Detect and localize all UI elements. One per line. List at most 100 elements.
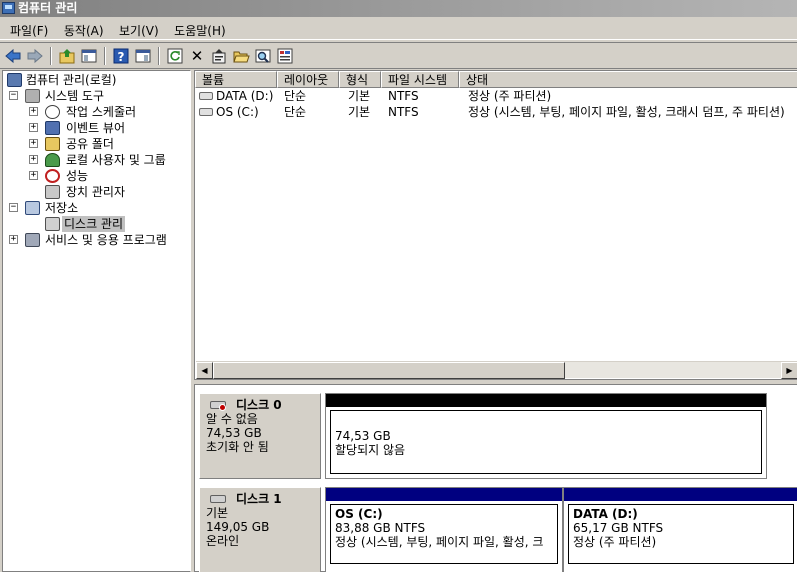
action-pane-icon <box>135 49 151 63</box>
collapse-toggle[interactable]: − <box>9 203 18 212</box>
export-list-button[interactable] <box>276 47 294 65</box>
expand-toggle[interactable]: + <box>29 107 38 116</box>
show-hide-console-tree-button[interactable] <box>80 47 98 65</box>
services-icon <box>25 233 40 247</box>
tree-label: 로컬 사용자 및 그룹 <box>66 153 166 167</box>
disk-0-label[interactable]: 디스크 0 알 수 없음 74,53 GB 초기화 안 됨 <box>199 393 321 479</box>
cell-layout: 단순 <box>284 105 307 119</box>
help-icon: ? <box>113 48 129 64</box>
clock-icon <box>45 105 60 119</box>
toolbar-separator <box>104 47 106 65</box>
scroll-thumb[interactable] <box>213 362 565 379</box>
properties-icon <box>212 49 226 64</box>
column-header-volume[interactable]: 볼륨 <box>195 71 277 88</box>
help-button[interactable]: ? <box>112 47 130 65</box>
tree-item-task-scheduler[interactable]: + 작업 스케줄러 <box>29 104 189 120</box>
tree-label: 저장소 <box>45 201 79 215</box>
tree-item-performance[interactable]: + 성능 <box>29 168 189 184</box>
cell-status: 정상 (주 파티션) <box>468 89 552 103</box>
disk-1-type: 기본 <box>206 506 229 520</box>
up-level-button[interactable] <box>58 47 76 65</box>
performance-icon <box>45 169 60 183</box>
disk-0-name: 디스크 0 <box>206 398 320 412</box>
disk-graphical-view: 디스크 0 알 수 없음 74,53 GB 초기화 안 됨 74,53 GB 할… <box>194 384 797 572</box>
scroll-left-button[interactable]: ◀ <box>196 362 213 379</box>
disk-0-status: 초기화 안 됨 <box>206 440 269 454</box>
toolbar-separator <box>50 47 52 65</box>
computer-management-icon <box>2 2 15 14</box>
shared-folder-icon <box>45 137 60 151</box>
menu-file[interactable]: 파일(F) <box>0 19 54 39</box>
console-tree-icon <box>81 49 97 63</box>
tree-label: 컴퓨터 관리(로컬) <box>26 73 117 87</box>
column-header-status[interactable]: 상태 <box>459 71 797 88</box>
cell-volume: DATA (D:) <box>216 89 274 103</box>
back-button[interactable] <box>4 47 22 65</box>
svg-text:?: ? <box>118 50 125 64</box>
menu-help[interactable]: 도움말(H) <box>168 19 232 39</box>
expand-toggle[interactable]: + <box>29 155 38 164</box>
menu-view[interactable]: 보기(V) <box>113 19 165 39</box>
refresh-button[interactable] <box>166 47 184 65</box>
tree-label: 서비스 및 응용 프로그램 <box>45 233 167 247</box>
collapse-toggle[interactable]: − <box>9 91 18 100</box>
tree-item-device-manager[interactable]: 장치 관리자 <box>45 184 189 200</box>
properties-button[interactable] <box>210 47 228 65</box>
cell-volume: OS (C:) <box>216 105 259 119</box>
tree-label: 디스크 관리 <box>62 216 126 232</box>
partition-status: 정상 (주 파티션) <box>573 535 657 549</box>
forward-button[interactable] <box>26 47 44 65</box>
partition-os-c[interactable]: OS (C:) 83,88 GB NTFS 정상 (시스템, 부팅, 페이지 파… <box>330 504 558 564</box>
column-header-type[interactable]: 형식 <box>339 71 381 88</box>
storage-icon <box>25 201 40 215</box>
disk-0-size: 74,53 GB <box>206 426 262 440</box>
tree-item-shared-folders[interactable]: + 공유 폴더 <box>29 136 189 152</box>
toolbar: ? ✕ <box>0 42 797 69</box>
primary-partition-bar <box>564 488 797 501</box>
horizontal-scrollbar[interactable]: ◀ ▶ <box>196 361 797 379</box>
disk-0-partition-area: 74,53 GB 할당되지 않음 <box>325 393 767 479</box>
disk-icon <box>210 495 226 503</box>
tree-label: 공유 폴더 <box>66 137 114 151</box>
expand-toggle[interactable]: + <box>29 139 38 148</box>
tree-item-local-users-groups[interactable]: + 로컬 사용자 및 그룹 <box>29 152 189 168</box>
window-titlebar[interactable]: 컴퓨터 관리 <box>0 0 797 17</box>
tree-item-storage[interactable]: − 저장소 <box>9 200 189 216</box>
show-hide-action-pane-button[interactable] <box>134 47 152 65</box>
tree-item-event-viewer[interactable]: + 이벤트 뷰어 <box>29 120 189 136</box>
close-x-icon: ✕ <box>190 47 204 65</box>
partition-data-d[interactable]: DATA (D:) 65,17 GB NTFS 정상 (주 파티션) <box>568 504 794 564</box>
tree-label: 작업 스케줄러 <box>66 105 137 119</box>
scroll-right-button[interactable]: ▶ <box>781 362 797 379</box>
table-row[interactable]: DATA (D:) 단순 기본 NTFS 정상 (주 파티션) <box>195 88 797 104</box>
column-header-layout[interactable]: 레이아웃 <box>277 71 339 88</box>
disk-1-label[interactable]: 디스크 1 기본 149,05 GB 온라인 <box>199 487 321 572</box>
volume-icon <box>199 92 213 100</box>
cell-file-system: NTFS <box>388 105 419 119</box>
tree-item-disk-management[interactable]: 디스크 관리 <box>45 216 189 232</box>
table-row[interactable]: OS (C:) 단순 기본 NTFS 정상 (시스템, 부팅, 페이지 파일, … <box>195 104 797 120</box>
disk-warning-icon <box>210 401 226 411</box>
tree-item-system-tools[interactable]: − 시스템 도구 <box>9 88 189 104</box>
disk-1-size: 149,05 GB <box>206 520 270 534</box>
folder-up-icon <box>59 49 75 64</box>
column-header-file-system[interactable]: 파일 시스템 <box>381 71 459 88</box>
window-title: 컴퓨터 관리 <box>18 1 78 15</box>
menu-bar: 파일(F) 동작(A) 보기(V) 도움말(H) <box>0 19 797 40</box>
partition-name: OS (C:) <box>335 507 383 521</box>
tree-item-services-applications[interactable]: + 서비스 및 응용 프로그램 <box>9 232 189 248</box>
primary-partition-bar <box>326 488 562 501</box>
expand-toggle[interactable]: + <box>9 235 18 244</box>
expand-toggle[interactable]: + <box>29 171 38 180</box>
delete-button[interactable]: ✕ <box>188 47 206 65</box>
open-button[interactable] <box>232 47 250 65</box>
tools-icon <box>25 89 40 103</box>
find-button[interactable] <box>254 47 272 65</box>
disk-0-type: 알 수 없음 <box>206 412 258 426</box>
tree-label: 장치 관리자 <box>66 185 126 199</box>
menu-action[interactable]: 동작(A) <box>58 19 110 39</box>
cell-layout: 단순 <box>284 89 307 103</box>
arrow-left-icon <box>5 48 21 64</box>
unallocated-partition[interactable]: 74,53 GB 할당되지 않음 <box>330 410 762 474</box>
expand-toggle[interactable]: + <box>29 123 38 132</box>
